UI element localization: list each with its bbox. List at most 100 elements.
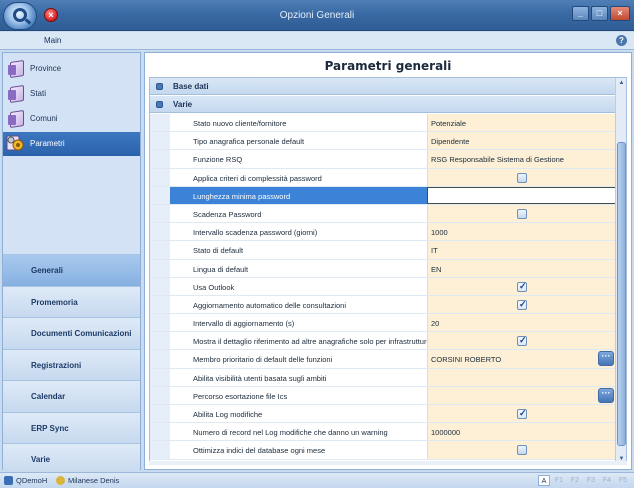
table-row[interactable]: Abilita Log modifiche [150, 405, 616, 424]
minimize-button[interactable]: _ [572, 6, 589, 21]
property-value[interactable]: Dipendente [427, 132, 616, 150]
group-base-dati[interactable]: Base dati [150, 78, 616, 95]
table-row[interactable]: Intervallo di aggiornamento (s) 20 [150, 314, 616, 333]
property-name: Intervallo scadenza password (giorni) [193, 228, 318, 238]
property-value[interactable]: 1000 [427, 223, 616, 241]
property-name: Tipo anagrafica personale default [193, 137, 305, 147]
property-name: Mostra il dettaglio riferimento ad altre… [193, 337, 427, 347]
function-keys: A F1 F2 F3 F4 F5 [538, 475, 630, 486]
ribbon: Main ? [0, 32, 634, 50]
table-row[interactable]: Scadenza Password [150, 204, 616, 224]
property-value[interactable]: EN [427, 259, 616, 277]
table-row[interactable]: Lingua di default EN [150, 259, 616, 278]
section-erp-sync[interactable]: ERP Sync [3, 411, 140, 443]
property-value[interactable]: RSG Responsabile Sistema di Gestione [427, 150, 616, 168]
property-value[interactable]: Potenziale [427, 114, 616, 132]
property-name: Intervallo di aggiornamento (s) [193, 319, 295, 329]
property-name: Numero di record nel Log modifiche che d… [193, 428, 388, 438]
key-f3[interactable]: F3 [584, 475, 598, 486]
nav-sections: Generali Promemoria Documenti Comunicazi… [3, 254, 140, 475]
table-row[interactable]: Stato di default IT [150, 241, 616, 260]
nav-item-comuni[interactable]: Comuni [3, 107, 140, 131]
table-row[interactable]: Mostra il dettaglio riferimento ad altre… [150, 332, 616, 351]
property-name: Aggiornamento automatico delle consultaz… [193, 300, 347, 310]
table-row[interactable]: Aggiornamento automatico delle consultaz… [150, 295, 616, 315]
help-icon[interactable]: ? [616, 35, 627, 46]
table-row[interactable]: Membro prioritario di default delle funz… [150, 350, 616, 369]
close-button[interactable]: × [610, 6, 630, 21]
table-row[interactable]: Funzione RSQ RSG Responsabile Sistema di … [150, 150, 616, 169]
nav-item-province[interactable]: Province [3, 57, 140, 81]
ribbon-tab-main[interactable]: Main [44, 36, 61, 45]
checkbox-checked[interactable] [517, 281, 527, 292]
scroll-thumb[interactable] [617, 142, 626, 446]
property-value [427, 277, 616, 295]
property-name: Membro prioritario di default delle funz… [193, 355, 333, 365]
collapse-icon[interactable] [156, 101, 163, 108]
left-navigation: Province Stati Comuni Parametri Generali… [2, 52, 141, 475]
status-user: Milanese Denis [56, 476, 119, 485]
section-registrazioni[interactable]: Registrazioni [3, 348, 140, 380]
checkbox-checked[interactable] [517, 408, 527, 419]
vertical-scrollbar[interactable]: ▲ ▼ [615, 78, 626, 464]
property-value[interactable]: CORSINI ROBERTO ··· [427, 350, 616, 368]
property-name: Lingua di default [193, 264, 249, 274]
property-value[interactable]: IT [427, 241, 616, 259]
property-name: Abilita Log modifiche [193, 410, 263, 419]
property-name: Abilita visibilità utenti basata sugli a… [193, 373, 327, 383]
table-row[interactable]: Stato nuovo cliente/fornitore Potenziale [150, 114, 616, 133]
section-varie[interactable]: Varie [3, 443, 140, 475]
table-row[interactable]: Applica criteri di complessità password [150, 168, 616, 187]
table-row[interactable]: Ottimizza indici del database ogni mese [150, 441, 616, 460]
group-label: Varie [173, 100, 193, 109]
nav-item-label: Stati [30, 89, 47, 98]
key-f4[interactable]: F4 [600, 475, 614, 486]
scroll-up-icon[interactable]: ▲ [617, 78, 626, 88]
group-label: Base dati [173, 82, 209, 91]
section-promemoria[interactable]: Promemoria [3, 285, 140, 317]
table-row[interactable]: Abilita visibilità utenti basata sugli a… [150, 368, 616, 387]
property-value-input[interactable] [427, 186, 616, 204]
checkbox[interactable] [517, 445, 527, 456]
table-row-selected[interactable]: Lunghezza minima password [150, 186, 616, 205]
property-value [427, 168, 616, 186]
property-value[interactable]: ··· [427, 386, 616, 404]
book-icon [7, 84, 27, 104]
section-documenti-comunicazioni[interactable]: Documenti Comunicazioni [3, 317, 140, 349]
key-f2[interactable]: F2 [568, 475, 582, 486]
book-icon [7, 109, 27, 129]
key-f5[interactable]: F5 [616, 475, 630, 486]
browse-button[interactable]: ··· [598, 351, 614, 367]
maximize-button[interactable]: □ [591, 6, 608, 21]
property-grid: Base dati Varie Stato nuovo cliente/forn… [149, 77, 627, 465]
property-value [427, 204, 616, 223]
checkbox-checked[interactable] [517, 335, 527, 347]
table-row[interactable]: Intervallo scadenza password (giorni) 100… [150, 223, 616, 242]
property-name: Stato nuovo cliente/fornitore [193, 119, 287, 128]
nav-item-stati[interactable]: Stati [3, 82, 140, 106]
status-bar: QDemoH Milanese Denis A F1 F2 F3 F4 F5 [0, 472, 634, 488]
table-row[interactable]: Numero di record nel Log modifiche che d… [150, 423, 616, 442]
user-icon [56, 476, 65, 485]
table-row[interactable]: Usa Outlook [150, 277, 616, 296]
checkbox[interactable] [517, 208, 527, 219]
checkbox[interactable] [517, 172, 527, 183]
status-app: QDemoH [4, 476, 47, 485]
property-value[interactable] [427, 368, 616, 386]
table-row[interactable]: Tipo anagrafica personale default Dipende… [150, 132, 616, 151]
collapse-icon[interactable] [156, 83, 163, 90]
horizontal-scrollbar[interactable] [149, 461, 627, 465]
key-a[interactable]: A [538, 475, 550, 486]
section-calendar[interactable]: Calendar [3, 380, 140, 412]
property-rows: Stato nuovo cliente/fornitore Potenziale … [150, 114, 616, 460]
key-f1[interactable]: F1 [552, 475, 566, 486]
browse-button[interactable]: ··· [598, 387, 614, 403]
property-value[interactable]: 20 [427, 314, 616, 332]
group-varie[interactable]: Varie [150, 96, 616, 113]
checkbox-checked[interactable] [517, 299, 527, 310]
table-row[interactable]: Percorso esortazione file Ics ··· [150, 386, 616, 405]
property-name: Applica criteri di complessità password [193, 173, 322, 183]
section-generali[interactable]: Generali [3, 254, 140, 286]
property-value[interactable]: 1000000 [427, 423, 616, 441]
nav-item-parametri[interactable]: Parametri [3, 132, 140, 156]
